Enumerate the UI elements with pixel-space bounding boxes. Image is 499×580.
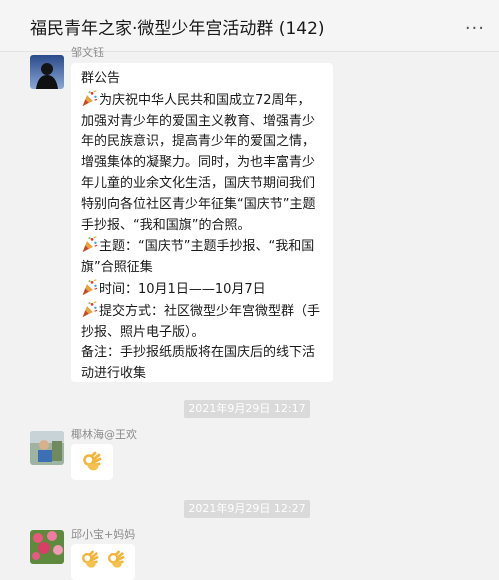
sender-name: 邱小宝+妈妈 xyxy=(71,528,136,541)
party-popper-icon xyxy=(81,90,98,107)
avatar[interactable] xyxy=(30,55,64,89)
chat-title: 福民青年之家·微型少年宫活动群 (142) xyxy=(30,19,325,39)
ok-hand-icon xyxy=(80,550,100,570)
party-popper-icon xyxy=(81,236,98,253)
timestamp: 2021年9月29日 12:27 xyxy=(184,500,310,518)
more-options-button[interactable]: ··· xyxy=(465,18,485,39)
emoji-message-bubble[interactable] xyxy=(71,544,135,580)
emoji-message-bubble[interactable] xyxy=(71,444,113,480)
group-notice-bubble[interactable]: 群公告 为庆祝中华人民共和国成立72周年，加强对青少年的爱国主义教育、增强青少年… xyxy=(71,63,333,382)
notice-submit: 提交方式：社区微型少年宫微型群（手抄报、照片电子版）。 xyxy=(81,303,321,340)
sender-name: 邹文钰 xyxy=(71,46,104,59)
avatar[interactable] xyxy=(30,530,64,564)
ok-hand-icon xyxy=(106,550,126,570)
avatar-silhouette-icon xyxy=(30,55,64,89)
notice-paragraph: 为庆祝中华人民共和国成立72周年，加强对青少年的爱国主义教育、增强青少年的民族意… xyxy=(81,92,316,233)
notice-heading: 群公告 xyxy=(81,71,121,86)
ok-hand-icon xyxy=(81,451,103,473)
party-popper-icon xyxy=(81,301,98,318)
avatar-flowers-icon xyxy=(30,530,64,564)
avatar-photo-icon xyxy=(30,431,64,465)
window-controls[interactable]: · · · xyxy=(331,0,487,5)
party-popper-icon xyxy=(81,279,98,296)
notice-note: 备注：手抄报纸质版将在国庆后的线下活动进行收集 xyxy=(81,345,316,382)
notice-time: 时间：10月1日——10月7日 xyxy=(99,281,266,297)
sender-name: 椰林海@王欢 xyxy=(71,428,137,441)
notice-topic: 主题：“国庆节”主题手抄报、“我和国旗”合照征集 xyxy=(81,239,315,276)
timestamp: 2021年9月29日 12:17 xyxy=(184,400,310,418)
avatar[interactable] xyxy=(30,431,64,465)
